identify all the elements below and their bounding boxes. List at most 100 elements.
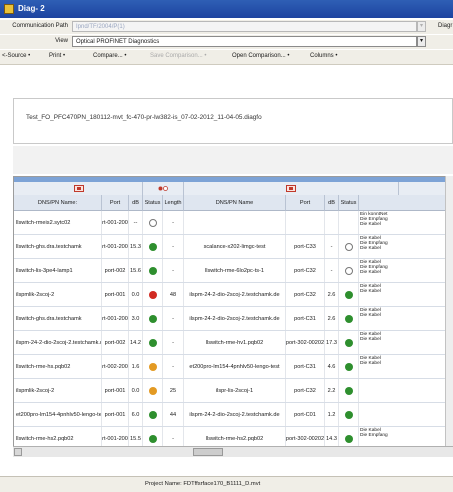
column-header-name-left[interactable]: DNS/PN Name: (14, 195, 102, 211)
communication-path-combo[interactable]: Ipnd/TF/2004/P(1) (72, 21, 417, 32)
cell-name-left: llswitch-rme-hs.pqb02 (14, 355, 102, 378)
table-row[interactable]: llswitch-ghs.dra.testchamkport-001-20014… (14, 235, 452, 259)
cell-port-left: port-001-20004 (102, 211, 129, 234)
cell-port-right: port-C31 (286, 355, 325, 378)
save-comparison-button[interactable]: Save Comparison... • (150, 53, 206, 59)
cell-port-right (286, 211, 325, 234)
device-icon (74, 185, 84, 192)
column-header-db-left[interactable]: dB (129, 195, 143, 211)
cell-name-right: ilspm-24-2-dio-2scoj-2.testchamk.de (184, 283, 286, 306)
file-name-panel: Test_FO_PFC470PN_180112-mvt_fc-470-pr-lw… (13, 98, 453, 144)
column-header-status-right[interactable]: Status (339, 195, 359, 211)
table-row[interactable]: ilspmlik-2scoj-2 port-001 0.0 25 ilspr-lis-2… (14, 379, 452, 403)
window-title: Diag- 2 (18, 4, 45, 13)
cell-name-right: ilspm-24-2-dio-2scoj-2.testchamk.de (184, 403, 286, 426)
status-cell (339, 235, 359, 258)
cell-port-right: port-C32 (286, 379, 325, 402)
cell-db-right: 2.6 (325, 307, 339, 330)
column-header-port-right[interactable]: Port (286, 195, 325, 211)
cell-db-left: 3.0 (129, 307, 143, 330)
table-row[interactable]: llswitch-rme-hs.pqb02port-002-200021.6 -e… (14, 355, 452, 379)
column-header-name-right[interactable]: DNS/PN Name (184, 195, 286, 211)
status-cell (143, 211, 163, 234)
device-group-band-right (184, 182, 399, 195)
cell-port-left: port-001-20023 (102, 307, 129, 330)
table-row[interactable]: llswitch-ghs.dra.testchamkport-001-20023… (14, 307, 452, 331)
status-green-icon (344, 386, 353, 395)
cell-note (359, 379, 452, 402)
print-button[interactable]: Print • (49, 53, 65, 59)
diag-window: Diag- 2 Communication Path Ipnd/TF/2004/… (0, 0, 453, 492)
column-header-port-left[interactable]: Port (102, 195, 129, 211)
cell-name-left: llswitch-ghs.dra.testchamk (14, 235, 102, 258)
status-green-icon (148, 266, 157, 275)
cell-length: - (163, 307, 184, 330)
status-cell (143, 355, 163, 378)
cell-port-right: port-C01 (286, 403, 325, 426)
status-cell (339, 331, 359, 354)
cell-port-right: port-C32 (286, 259, 325, 282)
cell-db-right: 17.3 (325, 331, 339, 354)
cell-note: Die Kabel Die Kabel (359, 283, 452, 306)
status-green-icon (148, 242, 157, 251)
status-cell (143, 283, 163, 306)
status-cell (339, 355, 359, 378)
status-cell (143, 235, 163, 258)
view-dropdown-icon[interactable]: ▾ (417, 36, 426, 47)
app-icon (4, 4, 14, 14)
columns-button[interactable]: Columns • (310, 53, 337, 59)
cell-length: - (163, 235, 184, 258)
cell-note: Die Kabel Die Kabel (359, 331, 452, 354)
column-header-length[interactable]: Length (163, 195, 184, 211)
table-row[interactable]: ilspmlik-2scoj-2 port-001 0.0 48 ilspm-24-2-… (14, 283, 452, 307)
status-cell (339, 403, 359, 426)
status-empty-icon (344, 266, 353, 275)
source-button[interactable]: <-Source • (2, 53, 30, 59)
cell-note: Die Kabel Die Empfang Die Kabel (359, 235, 452, 258)
cell-port-left: port-001-20014 (102, 235, 129, 258)
communication-path-label: Communication Path (12, 23, 68, 29)
cell-port-left: port-002 (102, 259, 129, 282)
cell-name-right: llswitch-rme-6lo2pc-ts-1 (184, 259, 286, 282)
cell-name-left: ilspm-24-2-dio-2scoj-2.testchamk.de (14, 331, 102, 354)
cell-name-right: llswitch-rme-hv1.pqb02 (184, 331, 286, 354)
column-header-db-right[interactable]: dB (325, 195, 339, 211)
status-empty-icon (148, 218, 157, 227)
cell-port-right: port-C31 (286, 307, 325, 330)
scroll-left-button[interactable] (14, 448, 22, 456)
cell-db-left: 15.3 (129, 235, 143, 258)
cell-name-left: llswitch-rmeis2.sytc02 (14, 211, 102, 234)
column-header-status-left[interactable]: Status (143, 195, 163, 211)
vertical-scrollbar[interactable] (445, 176, 453, 446)
cell-name-left: llswitch-lis-3pe4-lamp1 (14, 259, 102, 282)
table-row[interactable]: et200pro-lm154-4pnhlv50-lengo-test port-0… (14, 403, 452, 427)
status-orange-icon (148, 362, 157, 371)
status-cell (339, 211, 359, 234)
status-orange-icon (148, 386, 157, 395)
table-row[interactable]: llswitch-rmeis2.sytc02port-001-20004---E… (14, 211, 452, 235)
diagnostics-label: Diagr (438, 23, 453, 29)
cell-port-right: port-C33 (286, 235, 325, 258)
title-bar: Diag- 2 (0, 0, 453, 18)
column-header-note[interactable] (359, 195, 452, 211)
cell-port-right: port-C32 (286, 283, 325, 306)
horizontal-scrollbar[interactable] (13, 446, 453, 457)
cell-db-left: 1.6 (129, 355, 143, 378)
cell-db-left: 0.0 (129, 379, 143, 402)
compare-button[interactable]: Compare... • (93, 53, 126, 59)
status-cell (143, 259, 163, 282)
status-green-icon (148, 434, 157, 443)
cell-name-left: et200pro-lm154-4pnhlv50-lengo-test (14, 403, 102, 426)
empty-area (13, 146, 453, 174)
cell-db-left: -- (129, 211, 143, 234)
status-bar: Project Name: FDTffsrface170_B1111_D.mvt (0, 476, 453, 492)
view-combo[interactable]: Optical PROFINET Diagnostics (72, 36, 417, 47)
table-row[interactable]: llswitch-lis-3pe4-lamp1 port-002 15.6- llsw… (14, 259, 452, 283)
communication-path-dropdown-icon[interactable]: ▾ (417, 21, 426, 32)
cell-length: - (163, 331, 184, 354)
open-comparison-button[interactable]: Open Comparison... • (232, 53, 289, 59)
table-row[interactable]: ilspm-24-2-dio-2scoj-2.testchamk.de port-… (14, 331, 452, 355)
scroll-thumb[interactable] (193, 448, 223, 456)
status-cell (339, 379, 359, 402)
cell-note (359, 403, 452, 426)
